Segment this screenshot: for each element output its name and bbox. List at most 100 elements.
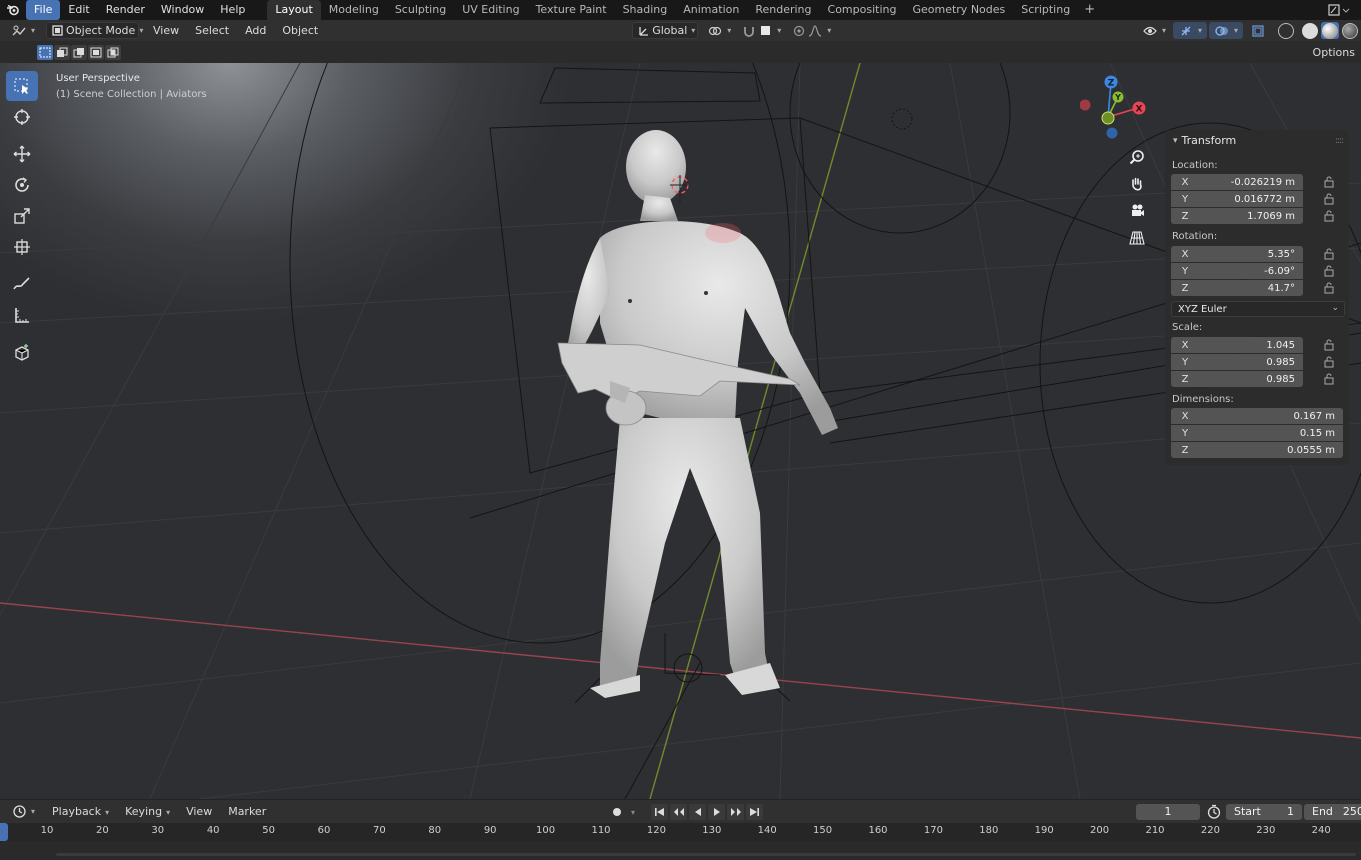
keying-menu[interactable]: Keying ▾ [117,805,178,818]
gizmo-neg-z[interactable] [1106,127,1118,139]
tab-layout[interactable]: Layout [267,0,321,20]
transform-panel-header[interactable]: ▾ Transform [1173,134,1236,147]
play-button[interactable] [708,804,725,820]
jump-keyframe-back-button[interactable] [670,804,687,820]
rotation-z-field[interactable]: Z 41.7° [1171,280,1303,296]
editor-type-button[interactable]: ▾ [6,22,40,39]
select-extend-button[interactable] [54,45,70,60]
pan-button[interactable] [1126,172,1148,196]
lock-location-y-icon[interactable] [1323,193,1335,205]
lock-location-z-icon[interactable] [1323,210,1335,222]
tab-animation[interactable]: Animation [675,0,747,20]
tab-shading[interactable]: Shading [615,0,676,20]
measure-tool[interactable] [6,300,38,330]
scale-y-field[interactable]: Y 0.985 [1171,354,1303,370]
timeline-scrollbar[interactable] [56,853,1356,856]
camera-view-button[interactable] [1126,199,1148,223]
zoom-button[interactable] [1126,145,1148,169]
navigation-gizmo[interactable]: Z X Y [1079,73,1150,143]
auto-keying-button[interactable] [608,804,625,820]
menu-window[interactable]: Window [153,0,212,20]
lock-rotation-x-icon[interactable] [1323,248,1335,260]
gizmo-toggle[interactable]: ▾ [1172,22,1207,39]
select-new-button[interactable] [37,45,53,60]
snap-toggle[interactable]: ▾ [736,22,786,39]
material-shading-button[interactable] [1321,22,1339,39]
menu-render[interactable]: Render [98,0,153,20]
rotate-tool[interactable] [6,170,38,200]
proportional-editing-toggle[interactable]: ▾ [786,22,836,39]
rendered-shading-button[interactable] [1341,22,1359,39]
blender-logo-icon[interactable] [0,0,26,20]
select-box-tool[interactable] [6,71,38,101]
select-menu[interactable]: Select [187,24,237,37]
mode-selector[interactable]: Object Mode ▾ [46,22,143,39]
end-frame-field[interactable]: End 250 [1304,804,1361,820]
transform-tool[interactable] [6,232,38,262]
location-x-field[interactable]: X -0.026219 m [1171,174,1303,190]
jump-start-button[interactable] [651,804,668,820]
dimensions-x-field[interactable]: X 0.167 m [1171,408,1343,424]
move-tool[interactable] [6,139,38,169]
jump-keyframe-forward-button[interactable] [727,804,744,820]
options-button[interactable]: Options [1306,43,1361,62]
menu-help[interactable]: Help [212,0,253,20]
timeline-editor-type-button[interactable]: ▾ [6,803,40,820]
stopwatch-icon[interactable] [1207,804,1221,822]
overlays-toggle[interactable]: ▾ [1208,22,1243,39]
wireframe-shading-button[interactable] [1273,22,1299,39]
solid-shading-button[interactable] [1301,22,1319,39]
tab-rendering[interactable]: Rendering [747,0,819,20]
playback-menu[interactable]: Playback ▾ [44,805,117,818]
timeline-body[interactable] [0,841,1361,860]
rotation-y-field[interactable]: Y -6.09° [1171,263,1303,279]
location-y-field[interactable]: Y 0.016772 m [1171,191,1303,207]
lock-scale-x-icon[interactable] [1323,339,1335,351]
add-workspace-button[interactable]: + [1078,0,1101,20]
lock-rotation-z-icon[interactable] [1323,282,1335,294]
pivot-point-button[interactable]: ▾ [702,22,736,39]
drag-handle-icon[interactable]: :::: [1335,136,1344,146]
menu-file[interactable]: File [26,0,61,20]
play-reverse-button[interactable] [689,804,706,820]
gizmo-neg-x[interactable] [1079,99,1091,111]
scale-x-field[interactable]: X 1.045 [1171,337,1303,353]
scale-z-field[interactable]: Z 0.985 [1171,371,1303,387]
scene-selector-icon[interactable] [1327,2,1357,18]
annotate-tool[interactable] [6,269,38,299]
tab-sculpting[interactable]: Sculpting [387,0,454,20]
gizmo-neg-y[interactable] [1101,111,1115,125]
keying-set-dropdown[interactable]: ▾ [627,804,639,820]
xray-toggle[interactable] [1245,22,1271,39]
transform-orientation-selector[interactable]: Global ▾ [632,22,699,39]
scale-tool[interactable] [6,201,38,231]
tab-uv-editing[interactable]: UV Editing [454,0,527,20]
visibility-button[interactable]: ▾ [1137,22,1171,39]
tab-compositing[interactable]: Compositing [820,0,905,20]
lock-scale-z-icon[interactable] [1323,373,1335,385]
add-cube-tool[interactable] [6,337,38,367]
lock-location-x-icon[interactable] [1323,176,1335,188]
current-frame-field[interactable]: 1 [1136,804,1200,820]
menu-edit[interactable]: Edit [60,0,97,20]
rotation-x-field[interactable]: X 5.35° [1171,246,1303,262]
3d-viewport[interactable]: User Perspective (1) Scene Collection | … [0,63,1361,799]
select-intersect-button[interactable] [105,45,121,60]
view-menu[interactable]: View [145,24,187,37]
dimensions-y-field[interactable]: Y 0.15 m [1171,425,1343,441]
location-z-field[interactable]: Z 1.7069 m [1171,208,1303,224]
rotation-mode-select[interactable]: XYZ Euler ⌄ [1171,301,1345,317]
start-frame-field[interactable]: Start 1 [1226,804,1302,820]
jump-end-button[interactable] [746,804,763,820]
timeline-view-menu[interactable]: View [178,805,220,818]
tab-geometry-nodes[interactable]: Geometry Nodes [904,0,1013,20]
perspective-toggle-button[interactable] [1126,226,1148,250]
select-subtract-button[interactable] [71,45,87,60]
timeline-ruler[interactable]: 10 20 30 40 50 60 70 80 90 100 110 120 130 140 150 160 1… [0,823,1361,841]
add-menu[interactable]: Add [237,24,274,37]
object-menu[interactable]: Object [274,24,326,37]
lock-rotation-y-icon[interactable] [1323,265,1335,277]
marker-menu[interactable]: Marker [220,805,274,818]
timeline-playhead[interactable] [0,823,8,841]
dimensions-z-field[interactable]: Z 0.0555 m [1171,442,1343,458]
